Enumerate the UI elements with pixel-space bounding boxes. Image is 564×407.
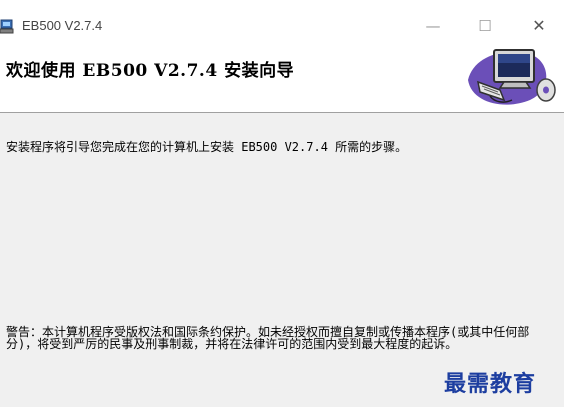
wizard-title: 欢迎使用 EB500 V2.7.4 安装向导 (6, 61, 295, 81)
maximize-button[interactable]: ☐ (470, 14, 500, 38)
watermark-text: 最需教育 (444, 371, 537, 397)
computer-disk-icon (468, 49, 556, 105)
installer-app-icon (0, 19, 14, 34)
close-button[interactable]: ✕ (524, 14, 554, 38)
title-bar: EB500 V2.7.4 — ☐ ✕ (0, 0, 564, 38)
intro-text: 安装程序将引导您完成在您的计算机上安装 EB500 V2.7.4 所需的步骤。 (6, 140, 408, 154)
minimize-button[interactable]: — (418, 14, 448, 38)
copyright-warning: 警告：本计算机程序受版权法和国际条约保护。如未经授权而擅自复制或传播本程序(或其… (6, 325, 530, 351)
window-title: EB500 V2.7.4 (22, 18, 103, 33)
maximize-icon: ☐ (478, 17, 492, 35)
minimize-icon: — (425, 17, 441, 35)
close-icon: ✕ (532, 16, 546, 35)
